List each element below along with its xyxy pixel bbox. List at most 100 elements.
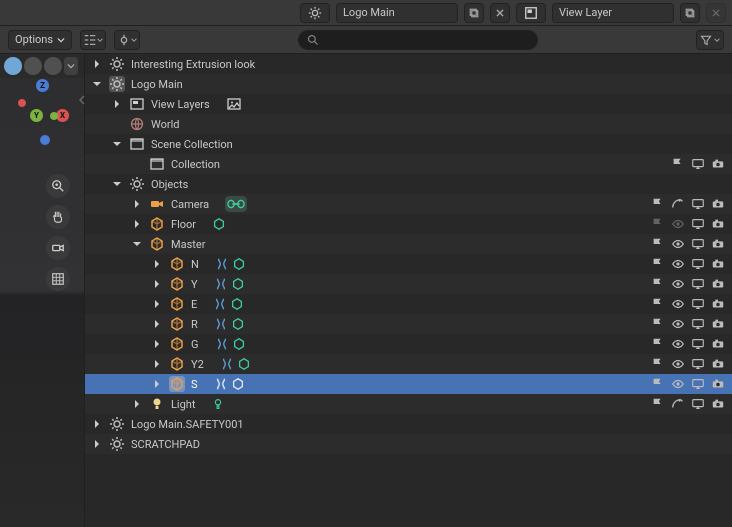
outliner-search[interactable] xyxy=(298,30,538,50)
render-toggle[interactable] xyxy=(710,376,726,392)
disclosure-right-icon[interactable] xyxy=(151,319,163,329)
scene-name-field[interactable]: Logo Main xyxy=(336,3,458,23)
render-toggle[interactable] xyxy=(710,236,726,252)
visibility-toggle[interactable] xyxy=(670,336,686,352)
render-toggle[interactable] xyxy=(710,276,726,292)
viewport-toggle[interactable] xyxy=(690,276,706,292)
viewlayer-name-field[interactable]: View Layer xyxy=(552,3,674,23)
outliner-row[interactable]: E xyxy=(85,294,732,314)
filter-dropdown[interactable] xyxy=(696,30,724,50)
viewport-toggle[interactable] xyxy=(690,156,706,172)
visibility-toggle[interactable] xyxy=(670,256,686,272)
disclosure-right-icon[interactable] xyxy=(151,379,163,389)
selectable-toggle[interactable] xyxy=(650,336,666,352)
display-mode-dropdown[interactable] xyxy=(80,30,106,50)
viewlayer-selector[interactable] xyxy=(516,3,546,23)
selectable-toggle[interactable] xyxy=(650,276,666,292)
disclosure-right-icon[interactable] xyxy=(91,439,103,449)
outliner-row[interactable]: World xyxy=(85,114,732,134)
disclosure-right-icon[interactable] xyxy=(91,419,103,429)
disclosure-right-icon[interactable] xyxy=(91,59,103,69)
perspective-toggle-button[interactable] xyxy=(46,267,70,291)
selectable-toggle[interactable] xyxy=(650,316,666,332)
selectable-toggle[interactable] xyxy=(670,156,686,172)
shading-wireframe[interactable] xyxy=(4,57,22,75)
viewport-toggle[interactable] xyxy=(690,396,706,412)
outliner-row[interactable]: Scene Collection xyxy=(85,134,732,154)
selectable-toggle[interactable] xyxy=(650,296,666,312)
disclosure-right-icon[interactable] xyxy=(151,359,163,369)
outliner-tree[interactable]: Interesting Extrusion lookLogo MainView … xyxy=(85,54,732,527)
disclosure-right-icon[interactable] xyxy=(151,259,163,269)
z-axis-ball[interactable]: Z xyxy=(36,79,49,92)
viewport-toggle[interactable] xyxy=(690,356,706,372)
selectable-toggle[interactable] xyxy=(650,376,666,392)
disclosure-right-icon[interactable] xyxy=(111,99,123,109)
disclosure-right-icon[interactable] xyxy=(151,299,163,309)
shading-matprev[interactable] xyxy=(44,57,62,75)
render-toggle[interactable] xyxy=(710,336,726,352)
viewport-toggle[interactable] xyxy=(690,196,706,212)
visibility-toggle[interactable] xyxy=(670,216,686,232)
render-toggle[interactable] xyxy=(710,196,726,212)
hide-select-toggle[interactable] xyxy=(670,196,686,212)
viewport-toggle[interactable] xyxy=(690,296,706,312)
shading-solid[interactable] xyxy=(24,57,42,75)
outliner-row[interactable]: Y2 xyxy=(85,354,732,374)
options-menu[interactable]: Options xyxy=(8,30,72,50)
disclosure-right-icon[interactable] xyxy=(131,199,143,209)
render-toggle[interactable] xyxy=(710,256,726,272)
render-toggle[interactable] xyxy=(710,216,726,232)
outliner-row[interactable]: Objects xyxy=(85,174,732,194)
viewport-toggle[interactable] xyxy=(690,376,706,392)
outliner-row[interactable]: G xyxy=(85,334,732,354)
visibility-toggle[interactable] xyxy=(670,376,686,392)
outliner-row[interactable]: Y xyxy=(85,274,732,294)
viewport-toggle[interactable] xyxy=(690,236,706,252)
outliner-row[interactable]: Floor xyxy=(85,214,732,234)
scene-selector[interactable] xyxy=(300,3,330,23)
outliner-row[interactable]: Collection xyxy=(85,154,732,174)
shading-dropdown[interactable] xyxy=(64,57,78,75)
viewport-panel[interactable]: Z X Y xyxy=(0,54,85,527)
outliner-row[interactable]: Light xyxy=(85,394,732,414)
outliner-row[interactable]: Logo Main xyxy=(85,74,732,94)
disclosure-right-icon[interactable] xyxy=(131,219,143,229)
pan-button[interactable] xyxy=(46,205,70,229)
selectable-toggle[interactable] xyxy=(650,256,666,272)
outliner-row[interactable]: Logo Main.SAFETY001 xyxy=(85,414,732,434)
outliner-row[interactable]: Camera xyxy=(85,194,732,214)
outliner-row[interactable]: N xyxy=(85,254,732,274)
visibility-toggle[interactable] xyxy=(670,356,686,372)
outliner-row[interactable]: SCRATCHPAD xyxy=(85,434,732,454)
neg-z-ball[interactable] xyxy=(40,135,50,145)
search-input[interactable] xyxy=(325,33,529,46)
delete-viewlayer-button[interactable] xyxy=(706,3,726,23)
copy-viewlayer-button[interactable] xyxy=(680,3,700,23)
visibility-toggle[interactable] xyxy=(670,316,686,332)
viewport-toggle[interactable] xyxy=(690,316,706,332)
neg-x-ball[interactable] xyxy=(18,99,26,107)
render-toggle[interactable] xyxy=(710,316,726,332)
outliner-row[interactable]: View Layers xyxy=(85,94,732,114)
viewport-toggle[interactable] xyxy=(690,216,706,232)
render-toggle[interactable] xyxy=(710,396,726,412)
neg-y-ball[interactable] xyxy=(50,112,58,120)
disclosure-right-icon[interactable] xyxy=(131,399,143,409)
disclosure-down-icon[interactable] xyxy=(111,179,123,189)
render-toggle[interactable] xyxy=(710,356,726,372)
disclosure-down-icon[interactable] xyxy=(91,79,103,89)
selectable-toggle[interactable] xyxy=(650,216,666,232)
disclosure-down-icon[interactable] xyxy=(131,239,143,249)
render-toggle[interactable] xyxy=(710,296,726,312)
outliner-row[interactable]: Interesting Extrusion look xyxy=(85,54,732,74)
outliner-row[interactable]: Master xyxy=(85,234,732,254)
visibility-toggle[interactable] xyxy=(670,296,686,312)
y-axis-ball[interactable]: Y xyxy=(30,109,43,122)
disclosure-right-icon[interactable] xyxy=(151,339,163,349)
visibility-toggle[interactable] xyxy=(670,276,686,292)
viewport-toggle[interactable] xyxy=(690,336,706,352)
copy-scene-button[interactable] xyxy=(464,3,484,23)
outliner-row[interactable]: S xyxy=(85,374,732,394)
delete-scene-button[interactable] xyxy=(490,3,510,23)
